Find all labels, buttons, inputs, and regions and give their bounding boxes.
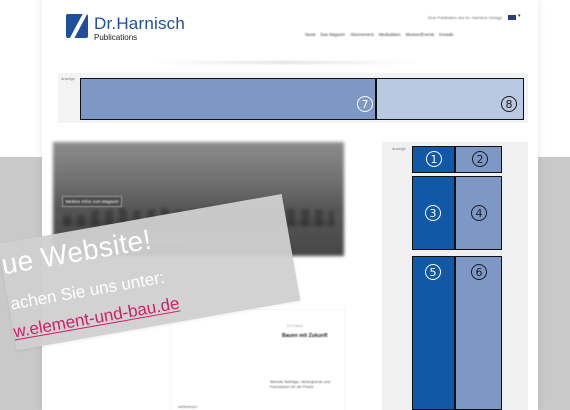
- top-ad-label: Anzeige: [61, 77, 75, 81]
- chevron-down-icon[interactable]: ▾: [518, 14, 521, 19]
- ad-slot-3[interactable]: 3: [412, 176, 455, 250]
- site-logo-title[interactable]: Dr.Harnisch: [94, 14, 185, 34]
- publisher-note: Eine Publikation des Dr. Harnisch Verlag…: [428, 15, 502, 20]
- ad-slot-7[interactable]: 7: [80, 78, 376, 120]
- article-card[interactable]: [171, 310, 344, 410]
- nav-subscription[interactable]: Abonnement: [350, 32, 374, 37]
- slot-number-6: 6: [471, 264, 487, 280]
- ad-slot-2[interactable]: 2: [455, 146, 502, 173]
- ad-slot-5[interactable]: 5: [412, 256, 455, 410]
- article-excerpt: Aktuelle Beiträge, Hintergründe und Fach…: [270, 380, 331, 389]
- magazine-info-button[interactable]: Weitere Infos zum Magazin: [62, 196, 122, 207]
- header-separator: [150, 61, 420, 64]
- article-meta: Im Fokus: [287, 324, 303, 328]
- slot-number-1: 1: [426, 151, 442, 167]
- slot-number-2: 2: [472, 151, 488, 167]
- read-more-link[interactable]: weiterlesen: [178, 405, 197, 409]
- nav-magazine[interactable]: Das Magazin: [320, 32, 344, 37]
- nav-events[interactable]: Messen/Events: [406, 32, 435, 37]
- ad-slot-8[interactable]: 8: [376, 78, 524, 120]
- nav-media-data[interactable]: Mediadaten: [379, 32, 401, 37]
- ad-slot-6[interactable]: 6: [455, 256, 502, 410]
- slot-number-7: 7: [357, 96, 373, 112]
- ad-slot-1[interactable]: 1: [412, 146, 455, 173]
- slot-number-8: 8: [501, 96, 517, 112]
- dr-harnisch-logo-mark[interactable]: [66, 14, 88, 38]
- nav-news[interactable]: News: [305, 32, 315, 37]
- nav-contact[interactable]: Kontakt: [439, 32, 453, 37]
- main-navigation: News Das Magazin Abonnement Mediadaten M…: [305, 32, 453, 37]
- ad-slot-4[interactable]: 4: [455, 176, 502, 250]
- article-heading[interactable]: Bauen mit Zukunft: [282, 333, 336, 339]
- slot-number-4: 4: [471, 205, 487, 221]
- website-screenshot: Dr.Harnisch Publications Eine Publikatio…: [0, 0, 570, 410]
- sidebar-ad-label: Anzeige: [392, 147, 406, 151]
- slot-number-5: 5: [425, 264, 441, 280]
- site-logo-subtitle[interactable]: Publications: [94, 33, 137, 42]
- language-flag-icon[interactable]: [508, 15, 516, 20]
- slot-number-3: 3: [425, 205, 441, 221]
